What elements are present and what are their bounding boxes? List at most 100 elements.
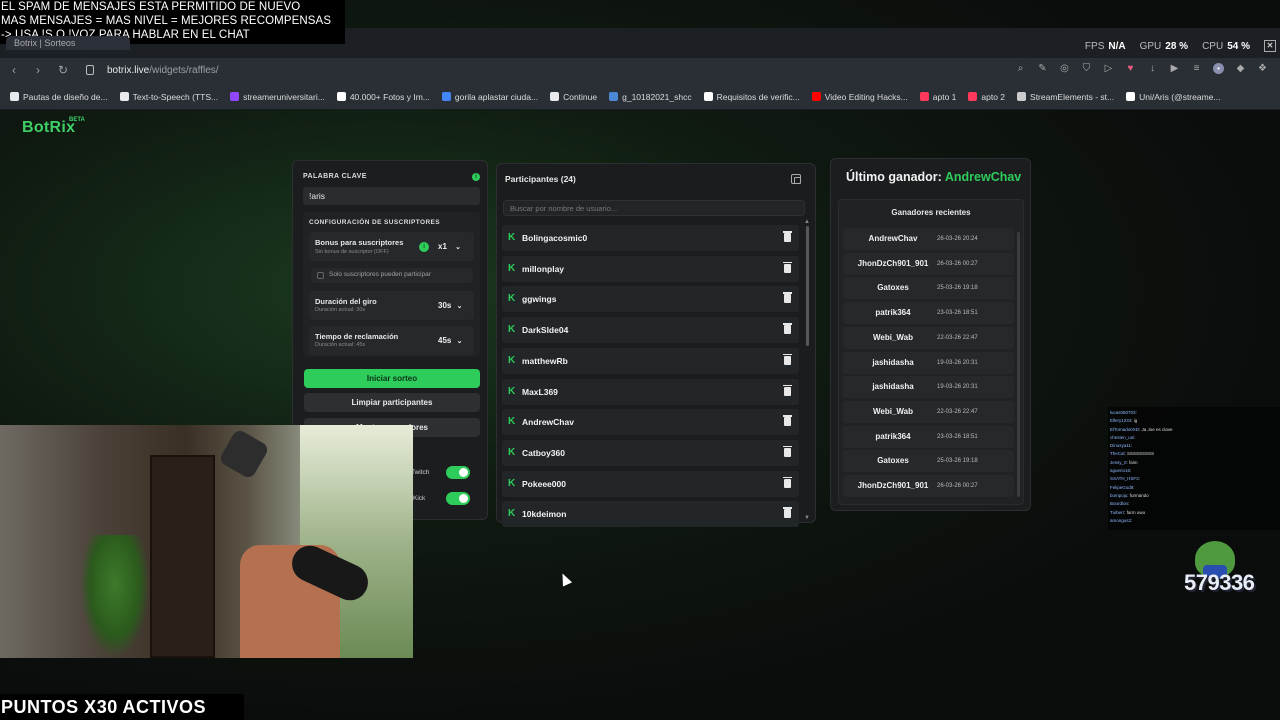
trash-icon[interactable] bbox=[783, 476, 792, 488]
browser-tab[interactable]: Botrix | Sorteos bbox=[6, 36, 130, 50]
trash-icon[interactable] bbox=[783, 353, 792, 365]
scroll-down-icon[interactable]: ▼ bbox=[804, 515, 810, 521]
kick-icon: K bbox=[508, 477, 516, 489]
bookmark-item[interactable]: Continue bbox=[550, 92, 597, 102]
chevron-down-icon: ⌄ bbox=[456, 303, 463, 310]
participant-row: K AndrewChav bbox=[502, 409, 799, 436]
reload-icon[interactable]: ↻ bbox=[58, 63, 68, 77]
winner-name: jashidasha bbox=[872, 382, 914, 392]
trash-icon[interactable] bbox=[783, 445, 792, 457]
extension-icon[interactable]: ◆ bbox=[1235, 63, 1246, 74]
scroll-up-icon[interactable]: ▲ bbox=[804, 219, 810, 225]
kick-icon: K bbox=[508, 232, 516, 243]
chat-message: bompoju: furmando bbox=[1110, 492, 1149, 498]
bookmark-item[interactable]: apto 1 bbox=[919, 91, 957, 102]
trash-icon[interactable] bbox=[783, 384, 792, 396]
keyword-label: PALABRA CLAVE bbox=[303, 173, 367, 180]
brand-logo[interactable]: BotRix bbox=[22, 119, 75, 137]
start-raffle-button[interactable]: Iniciar sorteo bbox=[304, 369, 480, 388]
copy-icon[interactable] bbox=[791, 174, 801, 184]
bookmark-item[interactable]: Text-to-Speech (TTS... bbox=[119, 92, 218, 102]
bookmark-label: 40.000+ Fotos y Im... bbox=[349, 91, 430, 102]
bookmark-item[interactable]: Requisitos de verific... bbox=[703, 92, 800, 102]
chat-user: ElTornado0XD bbox=[1110, 426, 1140, 432]
trash-icon[interactable] bbox=[783, 292, 792, 304]
avatar[interactable]: • bbox=[1213, 63, 1224, 74]
system-stats: FPS N/A GPU 28 % CPU 54 % ✕ bbox=[1085, 37, 1280, 55]
shield-icon[interactable]: ⛉ bbox=[1081, 63, 1092, 74]
edit-icon[interactable]: ✎ bbox=[1037, 63, 1048, 74]
participant-name: 10kdeimon bbox=[522, 509, 567, 520]
bookmark-label: Continue bbox=[563, 91, 598, 102]
info-icon[interactable]: i bbox=[472, 173, 480, 181]
participants-scrollbar[interactable] bbox=[806, 226, 809, 346]
winner-name: Gatoxes bbox=[877, 283, 909, 293]
back-icon[interactable]: ‹ bbox=[12, 63, 16, 77]
play-icon[interactable]: ▷ bbox=[1103, 63, 1114, 74]
bookmark-item[interactable]: Pautas de diseño de... bbox=[10, 92, 108, 102]
download-icon[interactable]: ↓ bbox=[1147, 63, 1158, 74]
winner-name: JhonDzCh901_901 bbox=[857, 258, 929, 268]
chat-text: Ja Joe es clave bbox=[1141, 426, 1173, 432]
trash-icon[interactable] bbox=[783, 415, 792, 427]
bookmark-item[interactable]: apto 2 bbox=[968, 92, 1005, 102]
winner-name: patrik364 bbox=[875, 431, 911, 441]
bookmark-label: apto 1 bbox=[932, 91, 957, 102]
heart-icon[interactable]: ♥ bbox=[1125, 63, 1136, 74]
winners-scrollbar[interactable] bbox=[1017, 232, 1020, 497]
twitch-toggle[interactable] bbox=[446, 466, 470, 479]
keyword-input[interactable]: !aris bbox=[303, 187, 480, 205]
bookmark-favicon-icon bbox=[230, 92, 240, 101]
bookmark-item[interactable]: gorila aplastar ciuda... bbox=[441, 92, 538, 102]
forward-icon[interactable]: › bbox=[36, 63, 40, 77]
address-bar[interactable] bbox=[78, 61, 1028, 81]
fps-stat: FPS N/A bbox=[1084, 40, 1126, 52]
bookmark-label: streameruniversitari... bbox=[243, 91, 325, 102]
cpu-stat: CPU 54 % bbox=[1202, 40, 1250, 52]
chat-message: lucas060703: bbox=[1110, 410, 1137, 415]
trash-icon[interactable] bbox=[783, 231, 792, 242]
trash-icon[interactable] bbox=[783, 323, 792, 335]
info-icon[interactable]: i bbox=[419, 242, 429, 252]
spin-duration-select[interactable]: 30s ⌄ bbox=[438, 301, 462, 310]
winner-name: Gatoxes bbox=[877, 456, 909, 466]
chat-text: faim bbox=[1129, 459, 1138, 465]
kick-icon: K bbox=[508, 416, 516, 428]
participants-title: Participantes (24) bbox=[505, 174, 576, 184]
bookmark-favicon-icon bbox=[550, 92, 560, 101]
bookmark-item[interactable]: g_10182021_shcc bbox=[609, 91, 692, 102]
overlay-line: EL SPAM DE MENSAJES ESTA PERMITIDO DE NU… bbox=[1, 1, 301, 13]
close-icon[interactable]: ✕ bbox=[1264, 40, 1276, 52]
claim-time-select[interactable]: 45s ⌄ bbox=[438, 336, 462, 345]
bookmark-item[interactable]: 40.000+ Fotos y Im... bbox=[336, 91, 430, 102]
bookmark-label: g_10182021_shcc bbox=[622, 91, 692, 102]
twitch-label: Twitch bbox=[411, 469, 430, 476]
cam-shelf bbox=[150, 455, 215, 658]
bookmark-label: apto 2 bbox=[981, 91, 1006, 102]
camera-icon[interactable]: ◎ bbox=[1059, 63, 1070, 74]
webcam-feed bbox=[0, 425, 413, 658]
extensions-puzzle-icon[interactable]: ❖ bbox=[1257, 63, 1268, 74]
participant-search-input[interactable]: Buscar por nombre de usuario... bbox=[503, 200, 805, 216]
trash-icon[interactable] bbox=[783, 261, 792, 273]
sub-bonus-select[interactable]: x1 ⌄ bbox=[438, 242, 461, 251]
winner-row: Gatoxes 25-03-26 19:18 bbox=[843, 277, 1014, 300]
stream-chat-overlay: lucas060703: Ellery1234: ig ElTornado0XD:… bbox=[1108, 407, 1280, 530]
kick-toggle[interactable] bbox=[446, 492, 470, 505]
chat-message: Bourdlon: bbox=[1110, 501, 1130, 507]
winner-row: JhonDzCh901_901 26-03-26 00:27 bbox=[843, 475, 1014, 497]
last-winner: Último ganador: AndrewChav bbox=[846, 170, 1022, 184]
menu-list-icon[interactable]: ≡ bbox=[1191, 63, 1202, 74]
subs-only-checkbox[interactable]: Solo suscriptores pueden participar bbox=[311, 268, 473, 283]
bookmark-item[interactable]: StreamElements - st... bbox=[1017, 92, 1114, 102]
url-text[interactable]: botrix.live/widgets/raffles/ bbox=[107, 65, 219, 76]
bookmark-item[interactable]: Uni/Aris (@streame... bbox=[1126, 92, 1221, 102]
chat-text: furmando bbox=[1129, 492, 1149, 498]
play-small-icon[interactable]: ▶ bbox=[1169, 63, 1180, 74]
winner-name: Webi_Wab bbox=[872, 332, 913, 342]
trash-icon[interactable] bbox=[783, 507, 792, 519]
bookmark-item[interactable]: Video Editing Hacks... bbox=[811, 92, 908, 102]
clear-participants-button[interactable]: Limpiar participantes bbox=[304, 393, 480, 412]
bookmark-item[interactable]: streameruniversitari... bbox=[230, 92, 325, 102]
zoom-icon[interactable]: ⌕ bbox=[1015, 63, 1026, 74]
